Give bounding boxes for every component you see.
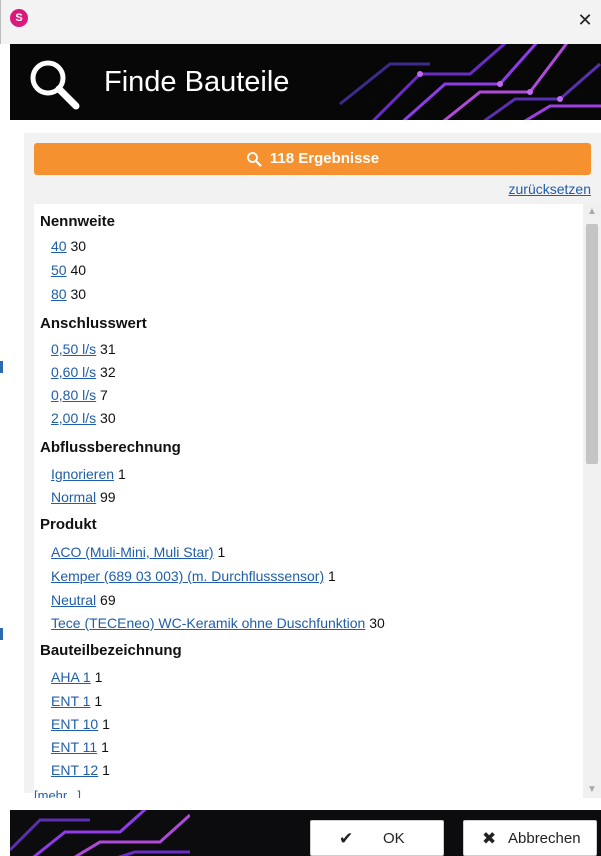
scroll-down-arrow-icon[interactable]: ▼ [587, 784, 597, 795]
filter-link[interactable]: 80 [51, 286, 67, 302]
item-count: 1 [102, 762, 110, 778]
list-item: Kemper (689 03 003) (m. Durchflusssensor… [51, 568, 336, 584]
ok-button[interactable]: ✔ OK [310, 820, 444, 856]
item-count: 31 [100, 341, 116, 357]
item-count: 69 [100, 592, 116, 608]
item-count: 30 [100, 410, 116, 426]
item-count: 30 [70, 286, 87, 302]
filter-link[interactable]: 40 [51, 238, 67, 254]
x-icon: ✖ [482, 829, 497, 848]
filter-link[interactable]: 2,00 l/s [51, 410, 96, 426]
item-count: 7 [100, 387, 108, 403]
dialog-title: Finde Bauteile [104, 66, 290, 98]
filter-link[interactable]: Ignorieren [51, 466, 114, 482]
list-item: 0,50 l/s 31 [51, 341, 116, 357]
item-count: 1 [328, 568, 336, 584]
list-item: Neutral 69 [51, 592, 116, 608]
reset-link[interactable]: zurücksetzen [509, 181, 591, 197]
item-count: 30 [369, 615, 385, 631]
list-item: Ignorieren 1 [51, 466, 126, 482]
filter-link[interactable]: AHA 1 [51, 669, 91, 685]
results-label: 118 Ergebnisse [269, 150, 380, 167]
list-item: ACO (Muli-Mini, Muli Star) 1 [51, 544, 225, 560]
item-count: 1 [102, 716, 110, 732]
filter-link[interactable]: Kemper (689 03 003) (m. Durchflusssensor… [51, 568, 324, 584]
window-edge-mark [0, 361, 3, 373]
search-icon [30, 60, 80, 110]
list-item: ENT 12 1 [51, 762, 110, 778]
group-title-abflussberechnung: Abflussberechnung [40, 439, 181, 456]
cancel-button[interactable]: ✖ Abbrechen [463, 820, 597, 856]
list-item: Normal 99 [51, 489, 116, 505]
filter-link[interactable]: ACO (Muli-Mini, Muli Star) [51, 544, 214, 560]
filter-link[interactable]: ENT 1 [51, 693, 90, 709]
filter-link[interactable]: 0,60 l/s [51, 364, 96, 380]
app-logo-icon: S [10, 9, 28, 27]
list-item: ENT 11 1 [51, 739, 109, 755]
group-title-nennweite: Nennweite [40, 213, 116, 230]
vertical-scrollbar[interactable]: ▲ ▼ [583, 204, 601, 798]
circuit-decoration [10, 810, 190, 856]
window-edge-mark [0, 628, 3, 640]
filter-link[interactable]: ENT 11 [51, 739, 97, 755]
title-bar: S ✕ [0, 0, 601, 44]
scroll-up-arrow-icon[interactable]: ▲ [587, 206, 597, 217]
cancel-label: Abbrechen [508, 830, 581, 847]
list-item: ENT 10 1 [51, 716, 110, 732]
more-link[interactable]: [mehr...] [34, 788, 81, 798]
list-item: Tece (TECEneo) WC-Keramik ohne Duschfunk… [51, 615, 385, 631]
header-banner: Finde Bauteile [10, 44, 601, 120]
group-title-bauteilbezeichnung: Bauteilbezeichnung [40, 642, 182, 659]
results-button[interactable]: 118 Ergebnisse [34, 143, 591, 175]
list-item: ENT 1 1 [51, 693, 102, 709]
ok-label: OK [383, 830, 405, 847]
search-icon [246, 152, 262, 167]
item-count: 99 [100, 489, 116, 505]
filter-link[interactable]: Neutral [51, 592, 96, 608]
item-count: 1 [94, 693, 103, 709]
filter-link[interactable]: ENT 12 [51, 762, 98, 778]
item-count: 1 [117, 466, 126, 482]
list-item: 80 30 [51, 286, 86, 302]
circuit-decoration [339, 44, 601, 120]
item-count: 1 [101, 739, 109, 755]
item-count: 1 [94, 669, 103, 685]
close-button[interactable]: ✕ [575, 10, 595, 30]
list-item: AHA 1 1 [51, 669, 102, 685]
item-count: 1 [217, 544, 226, 560]
list-item: 0,60 l/s 32 [51, 364, 116, 380]
list-item: 0,80 l/s 7 [51, 387, 108, 403]
list-item: 40 30 [51, 238, 86, 254]
list-item: 2,00 l/s 30 [51, 410, 116, 426]
group-title-anschlusswert: Anschlusswert [40, 315, 147, 332]
filter-link[interactable]: Tece (TECEneo) WC-Keramik ohne Duschfunk… [51, 615, 365, 631]
list-item: 50 40 [51, 262, 86, 278]
scroll-thumb[interactable] [586, 224, 598, 464]
item-count: 32 [100, 364, 116, 380]
filter-link[interactable]: Normal [51, 489, 96, 505]
filter-link[interactable]: ENT 10 [51, 716, 98, 732]
check-icon: ✔ [339, 829, 354, 848]
item-count: 40 [70, 262, 87, 278]
filter-link[interactable]: 0,50 l/s [51, 341, 96, 357]
item-count: 30 [70, 238, 87, 254]
filter-link[interactable]: 50 [51, 262, 67, 278]
filter-link[interactable]: 0,80 l/s [51, 387, 96, 403]
group-title-produkt: Produkt [40, 516, 97, 533]
filter-list: Nennweite 40 30 50 40 80 30 Anschlusswer… [34, 204, 583, 798]
